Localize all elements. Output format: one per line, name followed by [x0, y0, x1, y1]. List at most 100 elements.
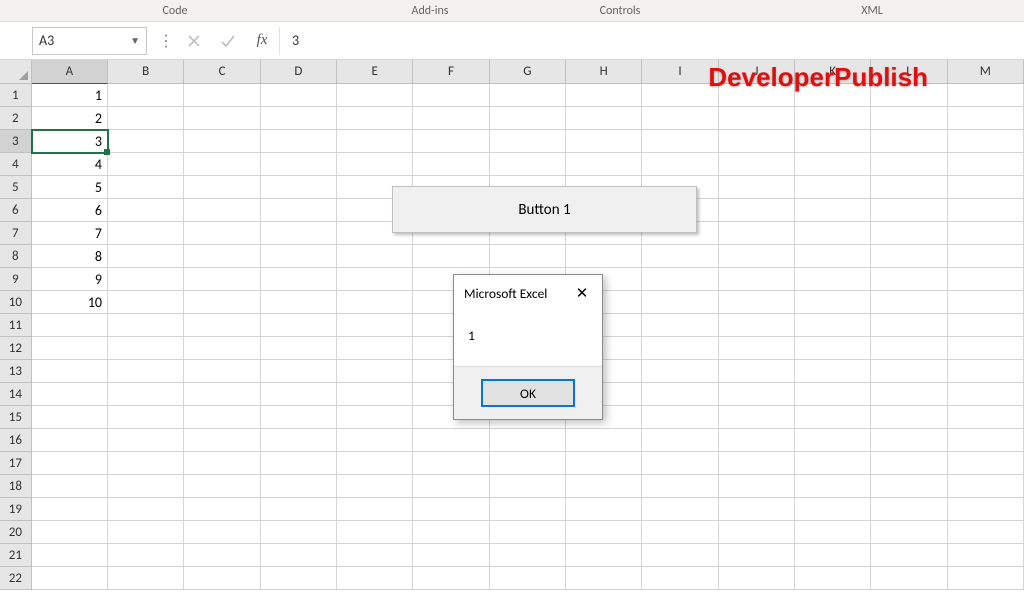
- row-header[interactable]: 20: [0, 521, 32, 544]
- cell[interactable]: [871, 291, 947, 314]
- cell[interactable]: [184, 452, 260, 475]
- cell[interactable]: 2: [32, 107, 108, 130]
- cell[interactable]: [108, 360, 184, 383]
- cell[interactable]: [948, 84, 1024, 107]
- cell[interactable]: [337, 406, 413, 429]
- cell[interactable]: [337, 429, 413, 452]
- cell[interactable]: [337, 360, 413, 383]
- cell[interactable]: [108, 337, 184, 360]
- column-header[interactable]: F: [413, 60, 489, 84]
- cell[interactable]: [566, 429, 642, 452]
- cell[interactable]: [108, 199, 184, 222]
- cell[interactable]: [32, 544, 108, 567]
- cell[interactable]: [948, 360, 1024, 383]
- cell[interactable]: [948, 567, 1024, 590]
- row-header[interactable]: 18: [0, 475, 32, 498]
- cell[interactable]: [32, 429, 108, 452]
- row-header[interactable]: 9: [0, 268, 32, 291]
- cell[interactable]: [184, 429, 260, 452]
- cell[interactable]: [490, 107, 566, 130]
- cell[interactable]: [871, 475, 947, 498]
- insert-function-icon[interactable]: fx: [245, 27, 279, 55]
- row-header[interactable]: 4: [0, 153, 32, 176]
- messagebox-titlebar[interactable]: Microsoft Excel ✕: [454, 275, 602, 311]
- cell[interactable]: [719, 291, 795, 314]
- row-header[interactable]: 10: [0, 291, 32, 314]
- cell[interactable]: [871, 452, 947, 475]
- cell[interactable]: [337, 383, 413, 406]
- cell[interactable]: [566, 544, 642, 567]
- cell[interactable]: [261, 452, 337, 475]
- cell[interactable]: [642, 130, 718, 153]
- cell[interactable]: [32, 452, 108, 475]
- cell[interactable]: [795, 314, 871, 337]
- cell[interactable]: [719, 544, 795, 567]
- cell[interactable]: [32, 475, 108, 498]
- cell[interactable]: [413, 544, 489, 567]
- cell[interactable]: [642, 521, 718, 544]
- cell[interactable]: 7: [32, 222, 108, 245]
- cell[interactable]: [337, 521, 413, 544]
- cell[interactable]: [337, 314, 413, 337]
- cell[interactable]: [261, 268, 337, 291]
- cell[interactable]: [184, 153, 260, 176]
- cell[interactable]: [184, 521, 260, 544]
- cell[interactable]: [642, 337, 718, 360]
- cell[interactable]: [108, 107, 184, 130]
- cell[interactable]: [108, 475, 184, 498]
- cell[interactable]: [108, 84, 184, 107]
- cell[interactable]: [337, 107, 413, 130]
- cell[interactable]: [795, 567, 871, 590]
- cell[interactable]: [871, 544, 947, 567]
- cell[interactable]: [871, 314, 947, 337]
- cell[interactable]: [337, 475, 413, 498]
- cell[interactable]: [948, 498, 1024, 521]
- cell[interactable]: [32, 406, 108, 429]
- cell[interactable]: [719, 498, 795, 521]
- cell[interactable]: [184, 567, 260, 590]
- row-header[interactable]: 8: [0, 245, 32, 268]
- cell[interactable]: [108, 521, 184, 544]
- cell[interactable]: [948, 130, 1024, 153]
- cell[interactable]: [184, 360, 260, 383]
- row-header[interactable]: 16: [0, 429, 32, 452]
- cell[interactable]: [490, 429, 566, 452]
- cell[interactable]: [719, 567, 795, 590]
- cell[interactable]: [337, 245, 413, 268]
- cell[interactable]: [413, 153, 489, 176]
- cell[interactable]: [261, 475, 337, 498]
- cell[interactable]: [948, 429, 1024, 452]
- column-header[interactable]: H: [566, 60, 642, 84]
- cell[interactable]: [566, 452, 642, 475]
- chevron-down-icon[interactable]: ▼: [130, 34, 140, 47]
- row-header[interactable]: 17: [0, 452, 32, 475]
- cell[interactable]: [719, 245, 795, 268]
- cell[interactable]: [871, 429, 947, 452]
- cell[interactable]: [413, 429, 489, 452]
- close-icon[interactable]: ✕: [570, 284, 594, 303]
- cell[interactable]: [261, 567, 337, 590]
- cell[interactable]: [795, 475, 871, 498]
- cell[interactable]: [261, 176, 337, 199]
- cell[interactable]: [719, 314, 795, 337]
- cell[interactable]: [719, 452, 795, 475]
- cell[interactable]: [261, 245, 337, 268]
- column-header[interactable]: C: [184, 60, 260, 84]
- cell[interactable]: 10: [32, 291, 108, 314]
- cell[interactable]: [566, 521, 642, 544]
- cell[interactable]: [871, 245, 947, 268]
- cell[interactable]: [642, 360, 718, 383]
- cell[interactable]: [795, 268, 871, 291]
- cell[interactable]: [490, 498, 566, 521]
- cell[interactable]: [108, 268, 184, 291]
- cell[interactable]: [261, 222, 337, 245]
- cell[interactable]: [337, 452, 413, 475]
- cell[interactable]: [261, 84, 337, 107]
- cell[interactable]: [413, 452, 489, 475]
- cell[interactable]: [108, 291, 184, 314]
- cell[interactable]: [871, 107, 947, 130]
- cell[interactable]: [261, 521, 337, 544]
- cell[interactable]: [413, 107, 489, 130]
- row-header[interactable]: 2: [0, 107, 32, 130]
- cell[interactable]: [795, 130, 871, 153]
